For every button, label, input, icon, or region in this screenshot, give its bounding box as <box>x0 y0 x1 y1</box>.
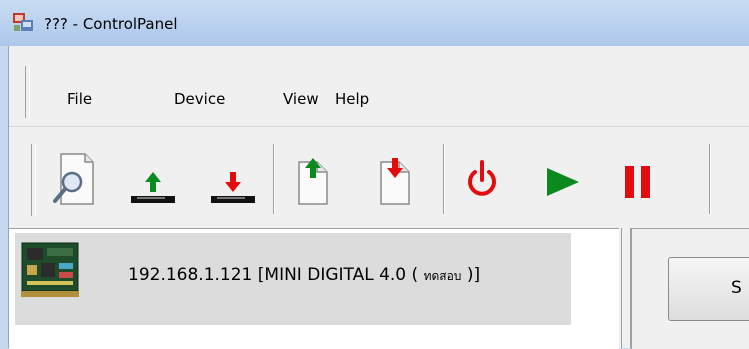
power-button[interactable] <box>453 144 513 214</box>
menu-grip[interactable] <box>25 66 30 118</box>
pause-icon <box>625 166 650 198</box>
toolbar-separator <box>709 144 711 214</box>
menu-device[interactable]: Device <box>174 90 225 108</box>
main-window: File Device View Help 192.168.1.121 [MIN… <box>8 46 749 349</box>
menu-bar: File Device View Help <box>9 46 749 127</box>
circuit-board-icon <box>21 242 79 297</box>
download-icon <box>211 172 255 203</box>
toolbar <box>9 132 749 300</box>
file-download-icon <box>380 158 410 205</box>
power-icon <box>468 160 496 196</box>
file-upload-button[interactable] <box>285 144 345 214</box>
app-icon <box>13 13 33 31</box>
device-list: 192.168.1.121 [MINI DIGITAL 4.0 ( ทดสอบ … <box>9 228 619 349</box>
toolbar-grip[interactable] <box>31 144 36 216</box>
menu-view[interactable]: View <box>283 90 319 108</box>
right-panel-button[interactable]: S <box>668 257 749 321</box>
window-title: ??? - ControlPanel <box>44 15 178 33</box>
upload-icon <box>131 172 175 203</box>
panel-splitter[interactable] <box>621 228 631 348</box>
preview-icon <box>53 153 94 205</box>
play-icon <box>547 168 579 196</box>
upload-button[interactable] <box>119 144 179 214</box>
title-bar: ??? - ControlPanel <box>0 0 749 46</box>
device-label: 192.168.1.121 [MINI DIGITAL 4.0 ( ทดสอบ … <box>128 265 481 285</box>
preview-button[interactable] <box>39 144 99 214</box>
device-row[interactable]: 192.168.1.121 [MINI DIGITAL 4.0 ( ทดสอบ … <box>15 233 571 325</box>
menu-help[interactable]: Help <box>335 90 369 108</box>
menu-file[interactable]: File <box>67 90 92 108</box>
play-button[interactable] <box>535 144 595 214</box>
right-panel-button-label: S <box>731 278 742 298</box>
pause-button[interactable] <box>613 144 673 214</box>
download-button[interactable] <box>199 144 259 214</box>
file-upload-icon <box>298 158 328 205</box>
file-download-button[interactable] <box>367 144 427 214</box>
toolbar-separator <box>443 144 445 214</box>
toolbar-separator <box>273 144 275 214</box>
right-panel: S <box>631 228 749 349</box>
device-label-thai: ทดสอบ <box>423 269 462 283</box>
